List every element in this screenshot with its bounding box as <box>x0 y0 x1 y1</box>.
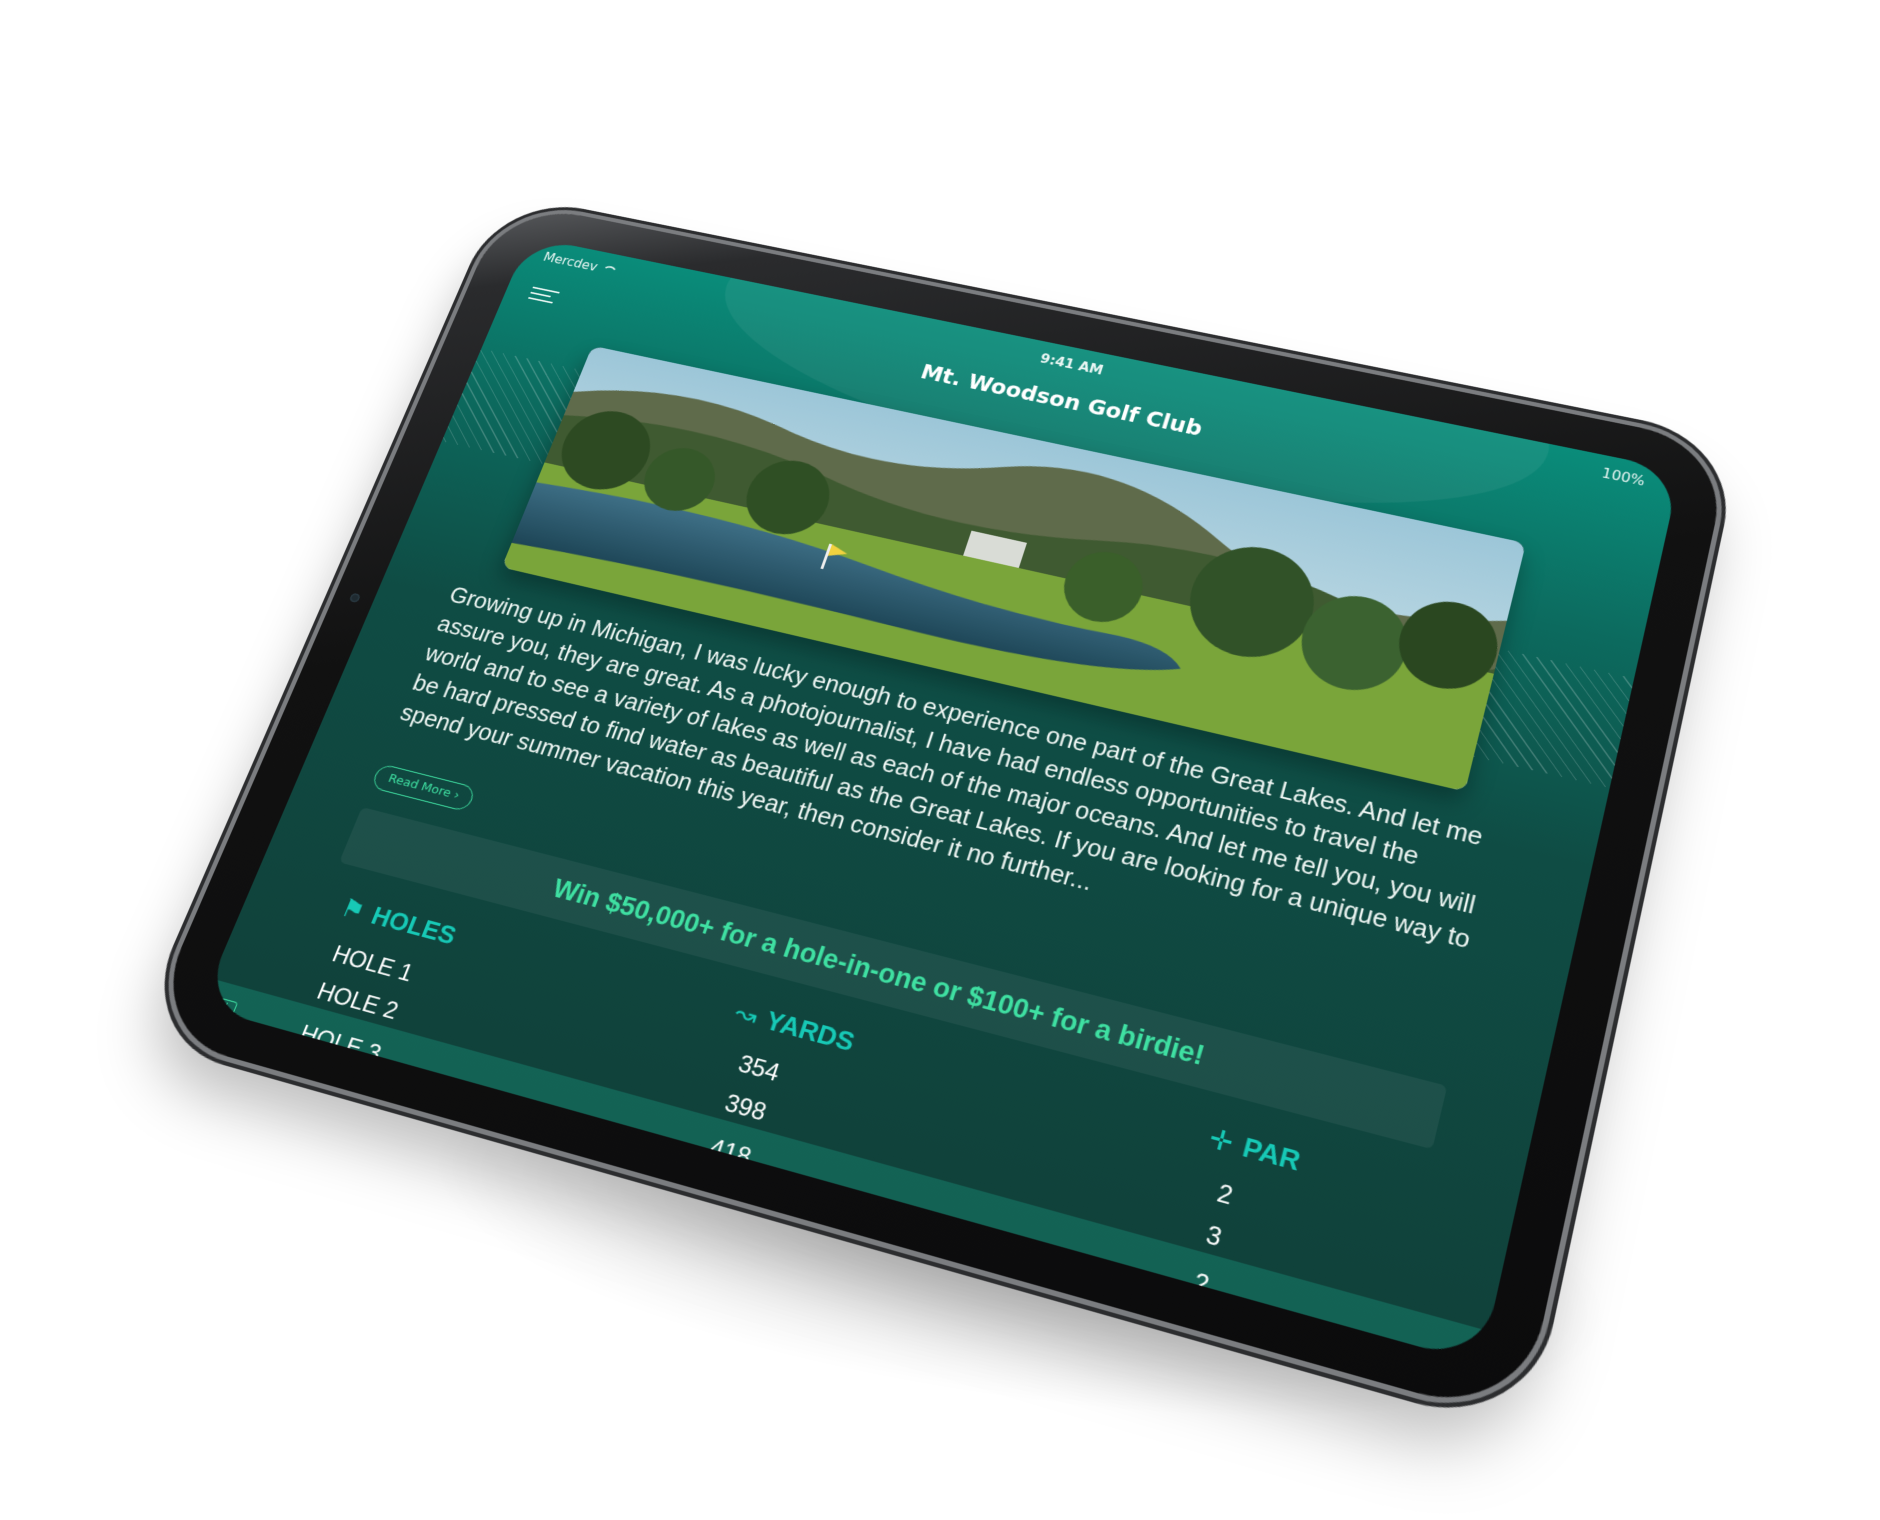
read-more-button[interactable]: Read More › <box>370 763 478 813</box>
holes-column-header: ⚑HOLES <box>337 892 461 951</box>
battery-percent: 100% <box>1600 465 1647 490</box>
front-camera <box>348 592 361 603</box>
carrier-label: Mercdev <box>541 250 620 278</box>
app-screen: Mercdev 9:41 AM 100% Mt. Woodson Golf Cl… <box>200 236 1681 1364</box>
par-column-header: ✛PAR <box>1206 1122 1304 1178</box>
par-cell: 3 <box>1202 1220 1225 1253</box>
route-icon: ↝ <box>730 996 763 1032</box>
yards-column-header: ↝YARDS <box>731 997 859 1058</box>
par-cell: 2 <box>1214 1179 1236 1211</box>
wifi-icon <box>600 264 619 276</box>
yards-header-label: YARDS <box>761 1005 859 1058</box>
par-header-label: PAR <box>1239 1131 1304 1177</box>
read-more-label: Read More <box>385 771 454 801</box>
yards-cell: 354 <box>734 1050 783 1088</box>
target-icon: ✛ <box>1205 1122 1238 1159</box>
tablet-bezel: Mercdev 9:41 AM 100% Mt. Woodson Golf Cl… <box>144 200 1732 1423</box>
carrier-text: Mercdev <box>541 249 600 275</box>
tablet-device: Mercdev 9:41 AM 100% Mt. Woodson Golf Cl… <box>144 200 1732 1423</box>
hole-cell[interactable]: HOLE 1 <box>328 941 416 988</box>
golf-flag-icon: ⚑ <box>337 892 370 926</box>
chevron-right-icon: › <box>451 788 462 803</box>
holes-header-label: HOLES <box>367 900 461 951</box>
